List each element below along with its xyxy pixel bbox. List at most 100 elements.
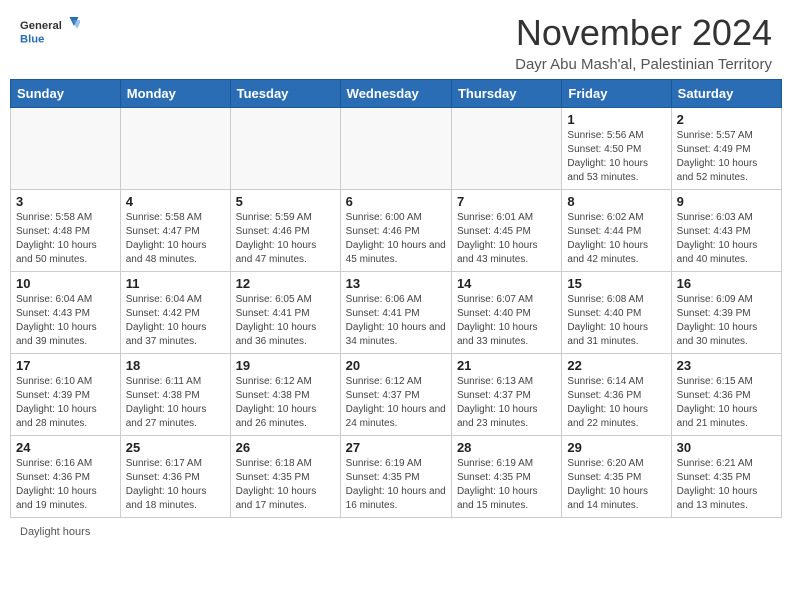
day-info: Sunrise: 6:03 AMSunset: 4:43 PMDaylight:… [677,211,776,267]
day-number: 6 [346,194,446,209]
daylight-label: Daylight hours [20,526,90,538]
day-info: Sunrise: 6:19 AMSunset: 4:35 PMDaylight:… [346,457,446,513]
calendar-cell: 2Sunrise: 5:57 AMSunset: 4:49 PMDaylight… [671,108,781,190]
calendar-cell: 28 Sunrise: 6:19 AMSunset: 4:35 PMDayligh… [451,436,561,518]
day-number: 24 [16,440,115,455]
day-info: Sunrise: 6:00 AMSunset: 4:46 PMDaylight:… [346,211,446,267]
calendar-cell: 1Sunrise: 5:56 AMSunset: 4:50 PMDaylight… [562,108,671,190]
logo-svg: General Blue [20,12,80,52]
month-title: November 2024 [515,12,772,54]
day-info: Sunrise: 6:17 AMSunset: 4:36 PMDaylight:… [126,457,225,513]
day-info: Sunrise: 6:04 AMSunset: 4:43 PMDaylight:… [16,293,115,349]
calendar-week-3: 10 Sunrise: 6:04 AMSunset: 4:43 PMDayligh… [11,272,782,354]
day-number: 3 [16,194,115,209]
svg-text:Blue: Blue [20,34,44,46]
day-number: 28 [457,440,556,455]
day-info: Sunrise: 6:02 AMSunset: 4:44 PMDaylight:… [567,211,665,267]
calendar-cell [451,108,561,190]
calendar-table: SundayMondayTuesdayWednesdayThursdayFrid… [10,79,782,518]
calendar-cell: 27 Sunrise: 6:19 AMSunset: 4:35 PMDayligh… [340,436,451,518]
calendar-cell: 23 Sunrise: 6:15 AMSunset: 4:36 PMDayligh… [671,354,781,436]
calendar-cell: 19 Sunrise: 6:12 AMSunset: 4:38 PMDayligh… [230,354,340,436]
calendar-cell: 20 Sunrise: 6:12 AMSunset: 4:37 PMDayligh… [340,354,451,436]
calendar-cell: 26 Sunrise: 6:18 AMSunset: 4:35 PMDayligh… [230,436,340,518]
day-info: Sunrise: 6:08 AMSunset: 4:40 PMDaylight:… [567,293,665,349]
weekday-header-sunday: Sunday [11,80,121,108]
calendar-cell: 17 Sunrise: 6:10 AMSunset: 4:39 PMDayligh… [11,354,121,436]
header: General Blue November 2024 Dayr Abu Mash… [0,0,792,79]
day-number: 18 [126,358,225,373]
day-number: 15 [567,276,665,291]
svg-text:General: General [20,20,62,32]
calendar-cell: 5 Sunrise: 5:59 AMSunset: 4:46 PMDaylight… [230,190,340,272]
day-info: Sunrise: 6:16 AMSunset: 4:36 PMDaylight:… [16,457,115,513]
day-info: Sunrise: 6:09 AMSunset: 4:39 PMDaylight:… [677,293,776,349]
day-info: Sunrise: 5:58 AMSunset: 4:48 PMDaylight:… [16,211,115,267]
day-number: 22 [567,358,665,373]
day-number: 11 [126,276,225,291]
day-info: Sunrise: 6:05 AMSunset: 4:41 PMDaylight:… [236,293,335,349]
day-info: Sunrise: 5:59 AMSunset: 4:46 PMDaylight:… [236,211,335,267]
calendar-cell: 16 Sunrise: 6:09 AMSunset: 4:39 PMDayligh… [671,272,781,354]
day-number: 14 [457,276,556,291]
calendar-cell: 13Sunrise: 6:06 AMSunset: 4:41 PMDayligh… [340,272,451,354]
weekday-header-tuesday: Tuesday [230,80,340,108]
calendar-cell [340,108,451,190]
calendar-cell [120,108,230,190]
weekday-header-saturday: Saturday [671,80,781,108]
day-number: 25 [126,440,225,455]
day-number: 12 [236,276,335,291]
calendar-cell [230,108,340,190]
logo: General Blue [20,12,80,52]
calendar-cell: 24 Sunrise: 6:16 AMSunset: 4:36 PMDayligh… [11,436,121,518]
calendar-cell: 15 Sunrise: 6:08 AMSunset: 4:40 PMDayligh… [562,272,671,354]
day-info: Sunrise: 6:01 AMSunset: 4:45 PMDaylight:… [457,211,556,267]
day-number: 17 [16,358,115,373]
weekday-header-wednesday: Wednesday [340,80,451,108]
day-number: 1 [567,112,665,127]
day-number: 8 [567,194,665,209]
day-info: Sunrise: 5:58 AMSunset: 4:47 PMDaylight:… [126,211,225,267]
day-number: 26 [236,440,335,455]
day-info: Sunrise: 6:10 AMSunset: 4:39 PMDaylight:… [16,375,115,431]
calendar-cell: 8 Sunrise: 6:02 AMSunset: 4:44 PMDaylight… [562,190,671,272]
calendar-week-4: 17 Sunrise: 6:10 AMSunset: 4:39 PMDayligh… [11,354,782,436]
calendar-cell: 9 Sunrise: 6:03 AMSunset: 4:43 PMDaylight… [671,190,781,272]
day-info: Sunrise: 6:12 AMSunset: 4:38 PMDaylight:… [236,375,335,431]
calendar-cell: 12 Sunrise: 6:05 AMSunset: 4:41 PMDayligh… [230,272,340,354]
weekday-header-friday: Friday [562,80,671,108]
calendar-week-2: 3 Sunrise: 5:58 AMSunset: 4:48 PMDaylight… [11,190,782,272]
day-number: 30 [677,440,776,455]
day-info: Sunrise: 6:21 AMSunset: 4:35 PMDaylight:… [677,457,776,513]
weekday-header-monday: Monday [120,80,230,108]
calendar-cell: 14 Sunrise: 6:07 AMSunset: 4:40 PMDayligh… [451,272,561,354]
day-number: 9 [677,194,776,209]
day-number: 4 [126,194,225,209]
day-info: Sunrise: 6:15 AMSunset: 4:36 PMDaylight:… [677,375,776,431]
day-info: Sunrise: 6:07 AMSunset: 4:40 PMDaylight:… [457,293,556,349]
calendar-week-5: 24 Sunrise: 6:16 AMSunset: 4:36 PMDayligh… [11,436,782,518]
title-block: November 2024 Dayr Abu Mash'al, Palestin… [515,12,772,73]
calendar-cell: 25 Sunrise: 6:17 AMSunset: 4:36 PMDayligh… [120,436,230,518]
calendar-week-1: 1Sunrise: 5:56 AMSunset: 4:50 PMDaylight… [11,108,782,190]
day-number: 27 [346,440,446,455]
day-number: 16 [677,276,776,291]
day-number: 5 [236,194,335,209]
day-number: 10 [16,276,115,291]
day-info: Sunrise: 6:14 AMSunset: 4:36 PMDaylight:… [567,375,665,431]
day-info: Sunrise: 6:18 AMSunset: 4:35 PMDaylight:… [236,457,335,513]
day-info: Sunrise: 6:12 AMSunset: 4:37 PMDaylight:… [346,375,446,431]
calendar-cell: 7Sunrise: 6:01 AMSunset: 4:45 PMDaylight… [451,190,561,272]
calendar-cell: 18Sunrise: 6:11 AMSunset: 4:38 PMDayligh… [120,354,230,436]
calendar-cell: 21Sunrise: 6:13 AMSunset: 4:37 PMDayligh… [451,354,561,436]
day-number: 23 [677,358,776,373]
calendar-cell: 10 Sunrise: 6:04 AMSunset: 4:43 PMDayligh… [11,272,121,354]
calendar-cell: 30 Sunrise: 6:21 AMSunset: 4:35 PMDayligh… [671,436,781,518]
day-number: 20 [346,358,446,373]
day-number: 13 [346,276,446,291]
calendar-cell: 3 Sunrise: 5:58 AMSunset: 4:48 PMDaylight… [11,190,121,272]
calendar-cell [11,108,121,190]
day-number: 19 [236,358,335,373]
day-info: Sunrise: 6:13 AMSunset: 4:37 PMDaylight:… [457,375,556,431]
day-info: Sunrise: 6:19 AMSunset: 4:35 PMDaylight:… [457,457,556,513]
